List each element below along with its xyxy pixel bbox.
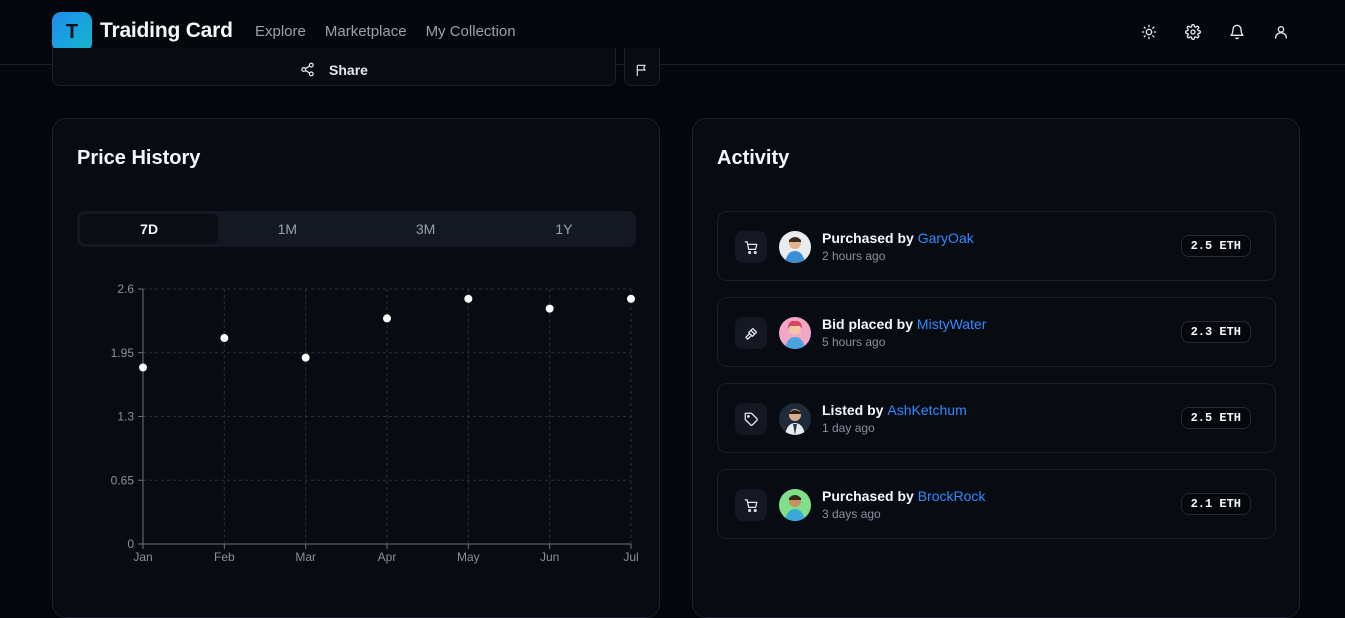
range-tab-3m[interactable]: 3M xyxy=(357,214,495,244)
activity-user-link[interactable]: MistyWater xyxy=(917,316,986,332)
activity-time: 3 days ago xyxy=(822,507,881,521)
y-tick-label: 1.95 xyxy=(111,346,135,360)
avatar[interactable] xyxy=(779,403,811,435)
avatar[interactable] xyxy=(779,231,811,263)
nav-explore[interactable]: Explore xyxy=(255,23,306,40)
activity-time: 5 hours ago xyxy=(822,335,886,349)
price-chart: 0 0.65 1.3 1.95 2.6 Jan Feb Mar Apr May Jun Jul xyxy=(111,282,639,564)
price-badge: 2.1 ETH xyxy=(1180,493,1251,515)
x-tick-label: Jul xyxy=(623,550,638,564)
activity-action: Purchased by xyxy=(822,488,914,504)
activity-item[interactable]: Purchased by GaryOak 2 hours ago 2.5 ETH xyxy=(717,211,1276,281)
price-history-title: Price History xyxy=(77,147,201,169)
x-tick-label: Mar xyxy=(295,550,316,564)
report-button[interactable] xyxy=(624,48,660,86)
nav-icon-group xyxy=(1137,20,1293,44)
data-point xyxy=(464,294,473,303)
share-label: Share xyxy=(329,61,368,78)
x-tick-label: Jan xyxy=(133,550,152,564)
activity-card: Activity Purchased by GaryOak 2 hours ag… xyxy=(692,118,1300,618)
brand-name[interactable]: Traiding Card xyxy=(100,19,233,43)
activity-item[interactable]: Listed by AshKetchum 1 day ago 2.5 ETH xyxy=(717,383,1276,453)
activity-action: Listed by xyxy=(822,402,884,418)
y-tick-label: 0.65 xyxy=(111,473,135,487)
activity-item[interactable]: Bid placed by MistyWater 5 hours ago 2.3… xyxy=(717,297,1276,367)
activity-title: Activity xyxy=(717,147,790,169)
activity-time: 2 hours ago xyxy=(822,249,886,263)
data-point xyxy=(545,304,554,313)
price-badge: 2.5 ETH xyxy=(1180,407,1251,429)
sun-icon[interactable] xyxy=(1137,20,1161,44)
activity-user-link[interactable]: GaryOak xyxy=(918,230,974,246)
activity-user-link[interactable]: AshKetchum xyxy=(887,402,966,418)
data-point xyxy=(301,353,310,362)
x-tick-label: May xyxy=(457,550,480,564)
share-icon xyxy=(301,62,314,77)
x-tick-label: Apr xyxy=(378,550,397,564)
activity-list: Purchased by GaryOak 2 hours ago 2.5 ETH… xyxy=(717,211,1276,555)
data-point xyxy=(627,294,635,303)
main-nav: Explore Marketplace My Collection xyxy=(255,23,535,40)
gavel-icon xyxy=(735,317,767,349)
y-tick-label: 1.3 xyxy=(117,410,134,424)
flag-icon xyxy=(636,64,646,76)
activity-action: Bid placed by xyxy=(822,316,914,332)
activity-action: Purchased by xyxy=(822,230,914,246)
y-tick-label: 2.6 xyxy=(117,282,134,296)
x-tick-label: Feb xyxy=(214,550,235,564)
range-tabs: 7D 1M 3M 1Y xyxy=(77,211,636,247)
range-tab-1y[interactable]: 1Y xyxy=(495,214,633,244)
y-tick-label: 0 xyxy=(127,537,134,551)
data-point xyxy=(383,314,391,323)
x-tick-label: Jun xyxy=(540,550,559,564)
gear-icon[interactable] xyxy=(1181,20,1205,44)
data-point xyxy=(220,334,229,343)
activity-time: 1 day ago xyxy=(822,421,875,435)
price-badge: 2.5 ETH xyxy=(1180,235,1251,257)
bell-icon[interactable] xyxy=(1225,20,1249,44)
data-point xyxy=(139,363,147,372)
cart-icon xyxy=(735,231,767,263)
brand-logo[interactable]: T xyxy=(52,12,92,52)
share-button[interactable]: Share xyxy=(52,48,616,86)
cart-icon xyxy=(735,489,767,521)
activity-user-link[interactable]: BrockRock xyxy=(918,488,986,504)
nav-marketplace[interactable]: Marketplace xyxy=(325,23,407,40)
user-icon[interactable] xyxy=(1269,20,1293,44)
price-history-card: Price History 7D 1M 3M 1Y 0 0.65 1.3 1.95 2.… xyxy=(52,118,660,618)
range-tab-7d[interactable]: 7D xyxy=(80,214,219,244)
nav-my-collection[interactable]: My Collection xyxy=(426,23,516,40)
tag-icon xyxy=(735,403,767,435)
avatar[interactable] xyxy=(779,317,811,349)
price-badge: 2.3 ETH xyxy=(1180,321,1251,343)
range-tab-1m[interactable]: 1M xyxy=(218,214,356,244)
activity-item[interactable]: Purchased by BrockRock 3 days ago 2.1 ET… xyxy=(717,469,1276,539)
avatar[interactable] xyxy=(779,489,811,521)
